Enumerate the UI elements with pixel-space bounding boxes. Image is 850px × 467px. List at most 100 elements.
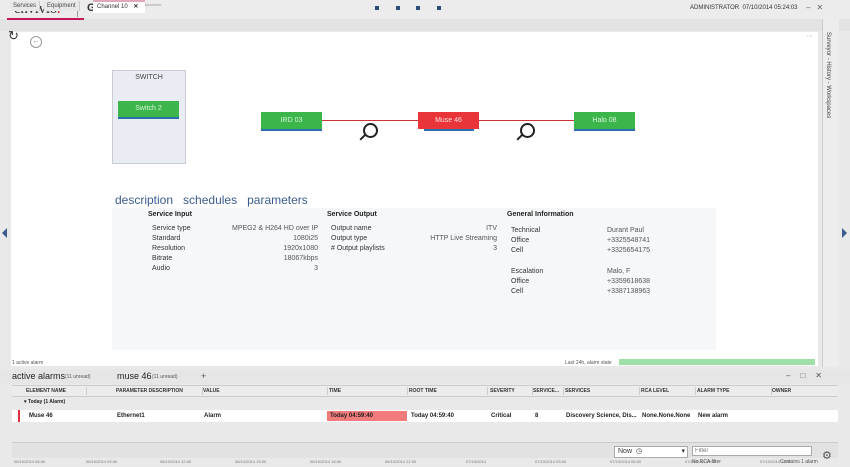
time-select[interactable]: Now ◷ ▾ [614, 446, 688, 458]
close-icon[interactable]: ✕ [815, 371, 832, 380]
severity-indicator [18, 410, 20, 422]
service-input-table: Service type MPEG2 & H264 HD over IP Stan… [152, 224, 318, 274]
switch-title: SWITCH [135, 74, 163, 81]
tab-active-alarms[interactable]: active alarms [12, 371, 65, 381]
next-arrow-icon[interactable] [842, 228, 847, 238]
alarm-state-bar [619, 359, 815, 365]
tab-bar [0, 19, 850, 31]
switch-panel[interactable]: SWITCH Switch 2 [112, 70, 186, 164]
kv-row: Technical Durant Paul [511, 227, 644, 234]
col-alarm-type[interactable]: ALARM TYPE [697, 387, 772, 395]
timeline-tick: 06/10/2014 06:00 [14, 459, 46, 464]
cell-severity: Critical [491, 413, 512, 419]
node-halo-08[interactable]: Halo 08 [574, 112, 635, 131]
workspace-dot-3[interactable] [416, 6, 420, 10]
cell-root-time: Today 04:59:40 [411, 413, 454, 419]
cell-parameter: Ethernet1 [117, 413, 145, 419]
cell-alarm-type: New alarm [698, 413, 729, 419]
detail-tabs: description schedules parameters [115, 193, 308, 207]
switch-port-2[interactable]: Switch 2 [118, 101, 179, 119]
kv-row: Cell +3325654175 [511, 247, 651, 254]
timeline-tick: 07/10/2014 06:00 [610, 459, 642, 464]
col-element-name[interactable]: ELEMENT NAME [26, 387, 87, 395]
kv-row: Office +3325548741 [511, 237, 651, 244]
timeline-tick: 07/10/2014 03:00 [535, 459, 567, 464]
back-icon[interactable]: ← [30, 36, 42, 48]
side-panel-label[interactable]: Surveyor - History - Workspaces [825, 32, 831, 118]
unread-count: (11 unread) [65, 374, 91, 380]
col-rca-level[interactable]: RCA LEVEL [641, 387, 696, 395]
workspace-dot-1[interactable] [375, 6, 379, 10]
tab-channel-10[interactable]: Channel 10 ✕ [93, 0, 145, 13]
alarm-table-header: ELEMENT NAME PARAMETER DESCRIPTION VALUE… [12, 385, 838, 397]
kv-row: Standard 1080i25 [152, 235, 318, 242]
active-alarm-count: 1 active alarm [12, 360, 44, 366]
window-controls[interactable]: –✕ [806, 3, 829, 12]
kv-row: Escalation Malo, F [511, 268, 631, 275]
clock-icon: ◷ [636, 448, 643, 455]
kv-row: # Output playlists 3 [331, 245, 497, 252]
timeline-tick: 07/10/2014 [466, 459, 487, 464]
minimize-icon[interactable]: – [806, 3, 816, 12]
kv-row: Output name ITV [331, 225, 497, 232]
timeline-tick: 06/10/2014 09:00 [86, 459, 118, 464]
chevron-down-icon[interactable]: ▾ [24, 399, 27, 405]
kv-row: Office +3359618638 [511, 278, 651, 285]
cell-rca-level: None.None.None [642, 413, 691, 419]
kv-row: Output type HTTP Live Streaming [331, 235, 497, 242]
timeline-tick: 06/10/2014 15:00 [235, 459, 267, 464]
node-muse-46[interactable]: Muse 46 [418, 112, 479, 129]
col-owner[interactable]: OWNER [772, 387, 832, 395]
cell-service-count: 8 [535, 413, 539, 419]
chevron-down-icon: ▾ [681, 448, 685, 455]
col-root-time[interactable]: ROOT TIME [409, 387, 488, 395]
col-services[interactable]: SERVICES [565, 387, 640, 395]
timeline-tick: 06/10/2014 12:00 [160, 459, 192, 464]
refresh-icon[interactable]: ↻ [8, 29, 22, 43]
rca-filter-label: No RCA filter [692, 459, 721, 465]
cell-services: Discovery Science, Dis... [566, 413, 637, 419]
alarm-window-controls[interactable]: –□✕ [786, 371, 832, 380]
alarm-group[interactable]: ▾ Today (1 Alarm) [24, 399, 65, 405]
kv-row: Bitrate 18067kbps [152, 255, 318, 262]
service-input-heading: Service Input [148, 211, 192, 218]
more-options-icon[interactable]: ··· [806, 33, 813, 40]
close-tab-icon[interactable]: ✕ [129, 4, 138, 10]
kv-row: Cell +3387138963 [511, 288, 651, 295]
tab-parameters[interactable]: parameters [247, 193, 308, 207]
connection-line [479, 120, 574, 121]
kv-row: Service type MPEG2 & H264 HD over IP [152, 225, 318, 232]
col-service-count[interactable]: SERVICE... [533, 387, 564, 395]
service-output-heading: Service Output [327, 211, 377, 218]
close-icon[interactable]: ✕ [816, 3, 829, 12]
col-value[interactable]: VALUE [203, 387, 328, 395]
filter-input[interactable] [692, 446, 812, 456]
cell-value: Alarm [204, 413, 222, 419]
col-parameter-description[interactable]: PARAMETER DESCRIPTION [116, 387, 203, 395]
workspace-dot-2[interactable] [396, 6, 400, 10]
cell-element: Muse 46 [29, 413, 53, 419]
tab-equipment[interactable]: Equipment [44, 1, 80, 11]
minimize-icon[interactable]: – [786, 371, 800, 380]
workspace-dot-4[interactable] [437, 6, 441, 10]
tab-services[interactable]: Services [10, 1, 41, 11]
add-tab-button[interactable]: + [201, 371, 206, 381]
gear-icon[interactable]: ⚙ [822, 449, 832, 462]
connection-line [322, 120, 418, 121]
prev-arrow-icon[interactable] [2, 228, 7, 238]
service-output-table: Output name ITV Output type HTTP Live Stre… [331, 224, 497, 254]
col-severity[interactable]: SEVERITY [490, 387, 533, 395]
kv-row: Audio 3 [152, 265, 318, 272]
node-ird-03[interactable]: IRD 03 [261, 112, 322, 131]
col-time[interactable]: TIME [329, 387, 408, 395]
tab-description[interactable]: description [115, 193, 173, 207]
alarm-count-label: Contains 1 alarm [780, 459, 818, 465]
node-underline [424, 129, 474, 131]
tab-muse-46[interactable]: muse 46 [117, 371, 152, 381]
kv-row: Resolution 1920x1080 [152, 245, 318, 252]
tab-schedules[interactable]: schedules [183, 193, 237, 207]
unread-count: (11 unread) [152, 374, 178, 380]
maximize-icon[interactable]: □ [800, 371, 815, 380]
general-info-table: Technical Durant Paul Office +3325548741 C… [511, 226, 661, 297]
user-info: ADMINISTRATOR 07/10/2014 05:24:03 [690, 5, 798, 11]
